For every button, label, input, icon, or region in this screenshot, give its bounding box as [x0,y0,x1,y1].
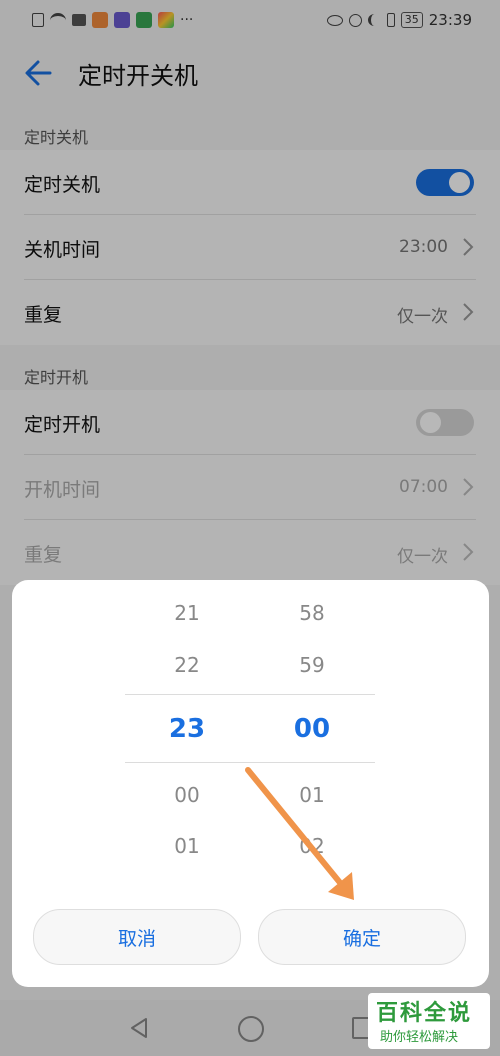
minute-option[interactable]: 58 [262,601,362,625]
selection-line-top [125,694,375,695]
minute-selected[interactable]: 00 [262,714,362,744]
hour-option[interactable]: 21 [137,601,237,625]
watermark-title: 百科全说 [376,1001,473,1026]
hour-option[interactable]: 01 [137,834,237,858]
hour-option[interactable]: 00 [137,783,237,807]
watermark-subtitle: 助你轻松解决 [380,1030,459,1045]
hour-option[interactable]: 22 [137,653,237,677]
watermark-logo: 百科全说 助你轻松解决 [368,993,490,1049]
hour-selected[interactable]: 23 [137,714,237,744]
hour-wheel[interactable]: 21 22 23 00 01 [137,580,237,880]
cancel-button[interactable]: 取消 [33,909,241,965]
annotation-arrow-icon [245,767,354,900]
minute-option[interactable]: 59 [262,653,362,677]
confirm-button[interactable]: 确定 [258,909,466,965]
